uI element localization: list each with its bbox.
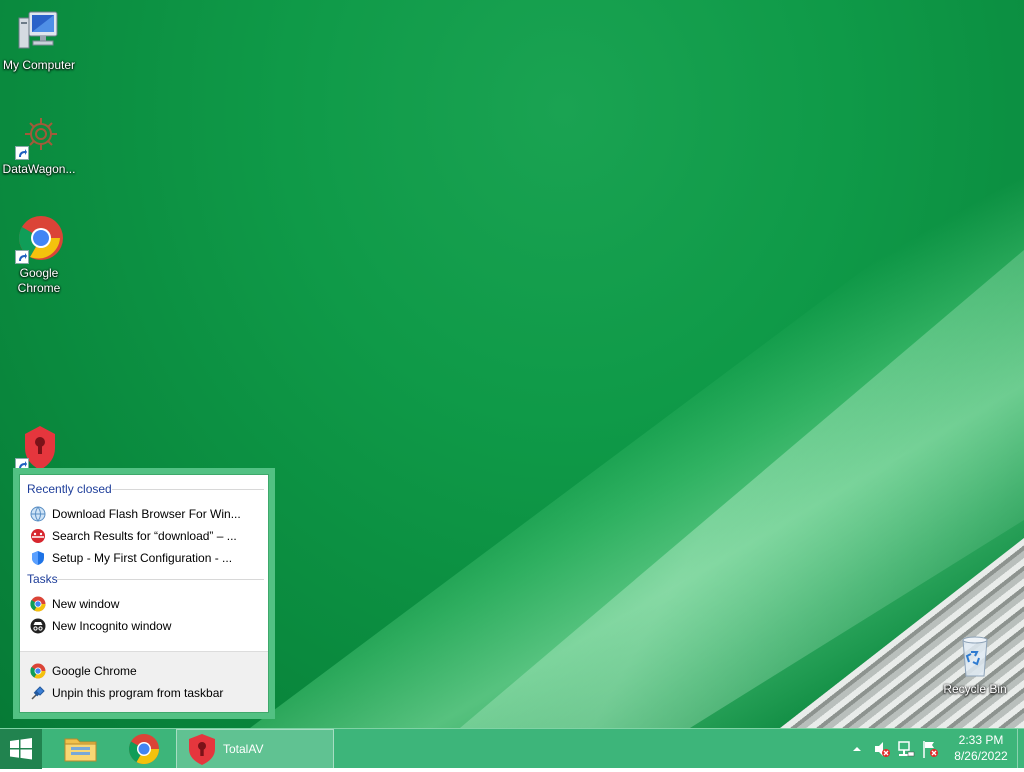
show-hidden-icons-button[interactable]: [850, 729, 864, 769]
folder-icon: [64, 738, 97, 762]
clock-time: 2:33 PM: [958, 733, 1004, 747]
jump-list-item-label: Setup - My First Configuration - ...: [52, 551, 233, 565]
desktop-icon-recycle-bin[interactable]: Recycle Bin: [937, 632, 1013, 697]
jump-list-footer: Google Chrome Unpin this program from ta…: [20, 651, 268, 712]
taskbar: TotalAV 2:33 PM 8/26/2022: [0, 728, 1024, 769]
totalav-shield-icon: [189, 734, 215, 765]
desktop-icon-label: Google Chrome: [17, 266, 61, 295]
volume-tray-icon[interactable]: [872, 729, 892, 769]
unpin-icon: [31, 686, 45, 700]
jump-list-item-label: Unpin this program from taskbar: [52, 686, 224, 700]
chrome-icon: [128, 734, 159, 765]
jump-list-item-recent[interactable]: Setup - My First Configuration - ...: [30, 548, 232, 568]
clock-date: 8/26/2022: [954, 749, 1008, 763]
divider: [57, 579, 264, 580]
shortcut-arrow-icon: [15, 250, 29, 264]
network-icon: [898, 741, 915, 757]
totalav-shield-icon: [15, 424, 63, 472]
jump-list-item-label: New window: [52, 597, 120, 611]
incognito-icon: [30, 618, 46, 634]
jump-list-item-new-window[interactable]: New window: [30, 594, 119, 614]
taskbar-google-chrome[interactable]: [118, 729, 170, 769]
datawagon-icon: [15, 112, 63, 160]
desktop-icon-my-computer[interactable]: My Computer: [1, 8, 77, 73]
red-ladybug-icon: [31, 529, 45, 543]
windows-logo-icon: [10, 738, 32, 760]
taskbar-button-label: TotalAV: [223, 742, 264, 756]
desktop-icon-datawagon[interactable]: DataWagon...: [1, 112, 77, 177]
taskbar-file-explorer[interactable]: [58, 729, 104, 769]
divider: [112, 489, 264, 490]
desktop-icon-totalav[interactable]: [1, 424, 77, 472]
taskbar-clock[interactable]: 2:33 PM 8/26/2022: [946, 732, 1016, 764]
tasks-header: Tasks: [27, 572, 58, 586]
jump-list-panel: Recently closed Download Flash Browser F…: [19, 474, 269, 713]
desktop-icon-label: Recycle Bin: [943, 682, 1007, 696]
chrome-icon: [30, 596, 46, 612]
jump-list-item-label: Download Flash Browser For Win...: [52, 507, 241, 521]
chevron-up-icon: [853, 747, 861, 751]
jump-list-item-label: Google Chrome: [52, 664, 137, 678]
jump-list-item-label: Search Results for “download” – ...: [52, 529, 237, 543]
jump-list-item-recent[interactable]: Search Results for “download” – ...: [30, 526, 237, 546]
desktop-icon-label: My Computer: [2, 58, 76, 72]
desktop-icon-label: DataWagon...: [2, 162, 76, 176]
blue-shield-icon: [32, 551, 44, 565]
jump-list-item-label: New Incognito window: [52, 619, 172, 633]
taskbar-totalav[interactable]: TotalAV: [176, 729, 334, 769]
chrome-icon: [15, 216, 63, 264]
start-button[interactable]: [0, 729, 42, 769]
volume-muted-icon: [875, 742, 890, 757]
show-desktop-button[interactable]: [1017, 729, 1024, 769]
chrome-jump-list: Recently closed Download Flash Browser F…: [13, 468, 275, 719]
recycle-bin-icon: [951, 632, 999, 680]
action-center-tray-icon[interactable]: [920, 729, 940, 769]
network-tray-icon[interactable]: [896, 729, 916, 769]
jump-list-item-google-chrome[interactable]: Google Chrome: [30, 661, 137, 681]
chrome-icon: [30, 663, 46, 679]
jump-list-item-recent[interactable]: Download Flash Browser For Win...: [30, 504, 241, 524]
recently-closed-header: Recently closed: [27, 482, 112, 496]
desktop-icon-google-chrome[interactable]: Google Chrome: [1, 216, 77, 296]
jump-list-item-unpin[interactable]: Unpin this program from taskbar: [30, 683, 223, 703]
jump-list-item-new-incognito-window[interactable]: New Incognito window: [30, 616, 171, 636]
computer-icon: [15, 8, 63, 56]
globe-icon: [30, 506, 46, 522]
shortcut-arrow-icon: [15, 146, 29, 160]
flag-warning-icon: [923, 741, 938, 758]
